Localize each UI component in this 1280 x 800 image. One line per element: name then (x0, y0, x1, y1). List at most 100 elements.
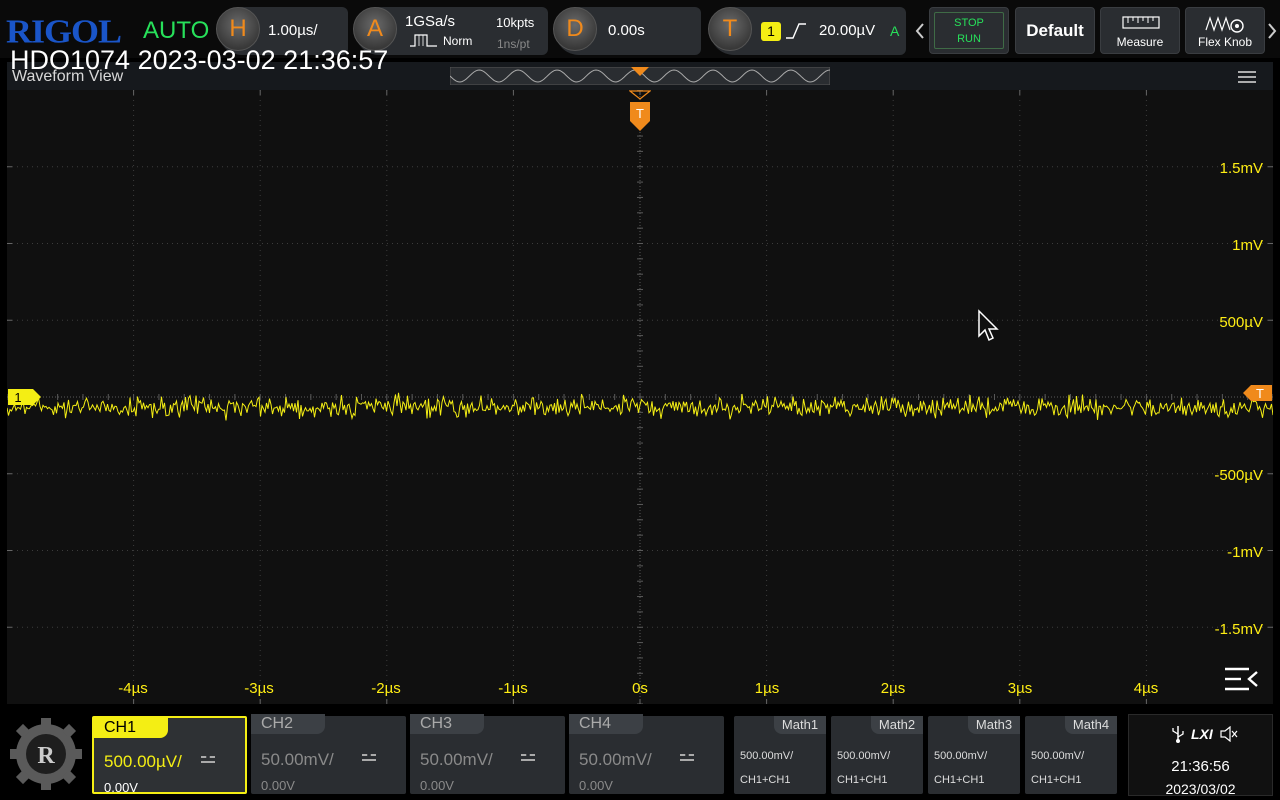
dc-coupling-icon (521, 754, 535, 761)
dc-coupling-icon (201, 756, 215, 763)
trigger-position-marker-icon (631, 67, 649, 76)
ch2-scale: 50.00mV/ (261, 750, 334, 769)
ch4-offset: 0.00V (579, 778, 613, 793)
hamburger-menu-icon[interactable] (1237, 70, 1257, 84)
flex-knob-icon (1205, 16, 1244, 33)
mouse-pointer-icon (978, 309, 999, 342)
ch2-tab: CH2 (251, 714, 325, 734)
ch1-tab: CH1 (94, 718, 168, 738)
toolbar-scroll-right[interactable] (1266, 8, 1280, 54)
sample-period: 1ns/pt (497, 37, 530, 51)
ch1-offset-marker[interactable]: 1 (7, 388, 43, 408)
speaker-mute-icon (1220, 726, 1238, 742)
measure-button[interactable]: Measure (1100, 7, 1180, 54)
x-tick-label: 4µs (1133, 680, 1159, 697)
bottom-bar: R CH1 500.00µV/ 0.00V CH2 50.00mV/ 0.00V… (0, 706, 1280, 800)
screenshot-stamp: HDO1074 2023-03-02 21:36:57 (10, 45, 389, 75)
delay-value: 0.00s (608, 22, 645, 39)
ch3-offset: 0.00V (420, 778, 454, 793)
default-label: Default (1026, 21, 1084, 40)
y-tick-label: 1mV (1232, 237, 1263, 254)
flex-knob-label: Flex Knob (1197, 35, 1253, 49)
svg-text:T: T (636, 106, 644, 121)
side-menu-toggle-icon[interactable] (1223, 666, 1259, 692)
math2-scale: 500.00mV/ (837, 750, 891, 762)
ch3-tab: CH3 (410, 714, 484, 734)
trigger-level: 20.00µV (819, 22, 876, 39)
math3-expression: CH1+CH1 (934, 774, 985, 786)
x-tick-label: 3µs (1007, 680, 1033, 697)
acquire-pulse-icon (410, 34, 437, 47)
y-tick-label: -1.5mV (1214, 621, 1263, 638)
ch1-offset: 0.00V (104, 780, 138, 795)
ruler-icon (1122, 16, 1160, 29)
x-tick-label: -1µs (498, 680, 528, 697)
math1-tab: Math1 (774, 716, 826, 734)
x-tick-label: -3µs (244, 680, 274, 697)
ch2-channel-box[interactable]: CH2 50.00mV/ 0.00V (251, 714, 406, 794)
trigger-level-marker[interactable]: T (1241, 384, 1273, 404)
ch4-tab: CH4 (569, 714, 643, 734)
dc-coupling-icon (362, 754, 376, 761)
stop-label: STOP (954, 17, 984, 29)
ch4-channel-box[interactable]: CH4 50.00mV/ 0.00V (569, 714, 724, 794)
status-panel[interactable]: LXI 21:36:56 2023/03/02 (1128, 714, 1273, 797)
y-tick-label: -500µV (1214, 467, 1263, 484)
home-gear-icon[interactable]: R (8, 714, 84, 794)
x-tick-label: 0s (632, 680, 648, 697)
trigger-key[interactable]: T (708, 7, 752, 51)
y-tick-label: -1mV (1227, 544, 1263, 561)
x-tick-label: 2µs (880, 680, 906, 697)
trigger-position-t-marker[interactable]: T (629, 90, 651, 134)
stop-run-button[interactable]: STOP RUN (929, 7, 1009, 54)
waveform-grid[interactable]: T 1 T 1.5mV 1mV 500µV -500µV -1mV -1.5mV… (7, 90, 1273, 704)
y-tick-label: 500µV (1219, 314, 1263, 331)
ch1-scale: 500.00µV/ (104, 752, 182, 771)
math4-expression: CH1+CH1 (1031, 774, 1082, 786)
math1-scale: 500.00mV/ (740, 750, 794, 762)
x-tick-label: 1µs (754, 680, 780, 697)
rising-edge-icon (786, 23, 806, 39)
math2-box[interactable]: Math2 500.00mV/ CH1+CH1 (831, 716, 923, 794)
math4-scale: 500.00mV/ (1031, 750, 1085, 762)
status-time: 21:36:56 (1171, 758, 1230, 775)
ch1-channel-box[interactable]: CH1 500.00µV/ 0.00V (92, 716, 247, 795)
acquisition-mode: Norm (443, 34, 473, 48)
dc-coupling-icon (680, 754, 694, 761)
run-label: RUN (957, 33, 981, 45)
lxi-badge: LXI (1191, 726, 1213, 742)
math3-tab: Math3 (968, 716, 1020, 734)
svg-text:T: T (1256, 386, 1264, 401)
trigger-source-badge: 1 (761, 22, 781, 41)
svg-text:1: 1 (14, 390, 21, 405)
math1-expression: CH1+CH1 (740, 774, 791, 786)
y-tick-label: 1.5mV (1219, 160, 1263, 177)
math2-expression: CH1+CH1 (837, 774, 888, 786)
math3-scale: 500.00mV/ (934, 750, 988, 762)
trigger-coupling: A (890, 23, 900, 39)
math4-box[interactable]: Math4 500.00mV/ CH1+CH1 (1025, 716, 1117, 794)
usb-icon (1172, 726, 1184, 743)
trigger-mode-status[interactable]: AUTO (143, 17, 209, 45)
x-tick-label: -4µs (118, 680, 148, 697)
ch2-offset: 0.00V (261, 778, 295, 793)
math3-box[interactable]: Math3 500.00mV/ CH1+CH1 (928, 716, 1020, 794)
ch3-channel-box[interactable]: CH3 50.00mV/ 0.00V (410, 714, 565, 794)
ch1-waveform-trace (7, 392, 1273, 421)
sample-rate: 1GSa/s (405, 13, 456, 30)
memory-depth: 10kpts (496, 15, 535, 30)
math4-tab: Math4 (1065, 716, 1117, 734)
ch3-scale: 50.00mV/ (420, 750, 493, 769)
x-tick-label: -2µs (371, 680, 401, 697)
flex-knob-button[interactable]: Flex Knob (1185, 7, 1265, 54)
horizontal-scale: 1.00µs/ (268, 22, 318, 39)
math2-tab: Math2 (871, 716, 923, 734)
math1-box[interactable]: Math1 500.00mV/ CH1+CH1 (734, 716, 826, 794)
svg-text:R: R (37, 743, 55, 769)
delay-key[interactable]: D (553, 7, 597, 51)
measure-label: Measure (1116, 35, 1164, 49)
toolbar-scroll-left[interactable] (913, 8, 927, 54)
default-button[interactable]: Default (1015, 7, 1095, 54)
status-date: 2023/03/02 (1165, 781, 1236, 797)
ch4-scale: 50.00mV/ (579, 750, 652, 769)
